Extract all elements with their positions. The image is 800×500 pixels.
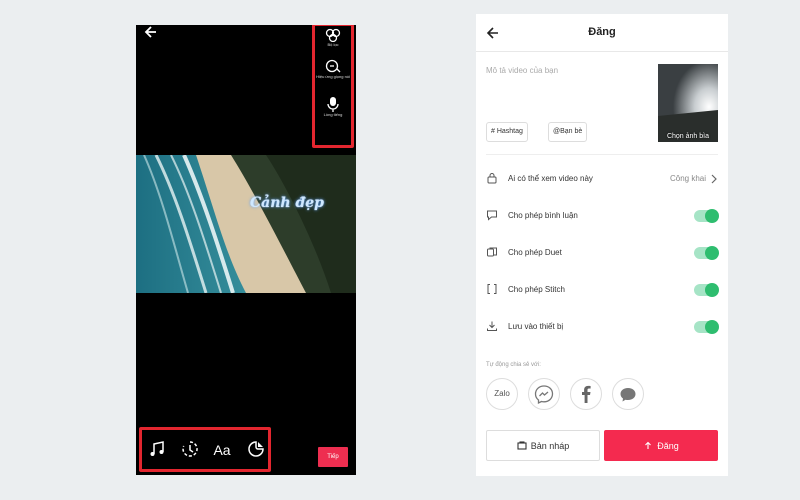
timer-effect-icon <box>182 441 198 457</box>
description-input[interactable]: Mô tả video của bạn <box>486 66 558 75</box>
effects-tool[interactable]: Bộ lọc <box>315 28 351 47</box>
text-tool[interactable]: Aa <box>212 440 232 460</box>
privacy-row[interactable]: Ai có thể xem video này Công khai <box>486 169 718 189</box>
microphone-icon <box>327 97 339 112</box>
effects-icon <box>325 28 341 42</box>
post-header: Đăng <box>476 14 728 52</box>
draft-label: Bản nháp <box>530 441 570 451</box>
toggle-knob <box>705 283 719 297</box>
save-device-toggle[interactable] <box>694 320 719 334</box>
right-toolbar-highlight: Bộ lọc Hiệu ứng giọng nói Lồng tiếng <box>312 25 354 148</box>
share-messenger-button[interactable] <box>528 378 560 410</box>
stitch-toggle[interactable] <box>694 283 719 297</box>
stitch-icon <box>487 284 497 294</box>
download-icon <box>487 321 497 331</box>
post-screen: Đăng Mô tả video của bạn Chọn ảnh bìa # … <box>476 14 728 476</box>
cover-label: Chọn ảnh bìa <box>666 133 710 140</box>
sticker-icon <box>248 441 264 457</box>
voice-effect-label: Hiệu ứng giọng nói <box>316 74 350 79</box>
voice-effect-icon <box>325 59 341 73</box>
post-label: Đăng <box>657 441 679 451</box>
messenger-icon <box>534 385 554 405</box>
message-bubble-icon <box>620 388 636 402</box>
toggle-row-stitch: Cho phép Stitch <box>486 280 719 300</box>
auto-share-label: Tự động chia sẻ với: <box>486 362 541 368</box>
draft-button[interactable]: Bản nháp <box>486 430 600 461</box>
draft-icon <box>517 441 527 450</box>
toggle-knob <box>705 246 719 260</box>
upload-sparkle-icon <box>645 441 652 449</box>
divider <box>486 154 718 155</box>
share-message-button[interactable] <box>612 378 644 410</box>
voice-effect-tool[interactable]: Hiệu ứng giọng nói <box>315 58 351 79</box>
music-note-icon <box>150 441 164 456</box>
toggle-label: Cho phép Stitch <box>508 285 565 294</box>
lock-icon <box>487 173 497 184</box>
chevron-right-icon <box>711 174 717 184</box>
page-title: Đăng <box>588 26 616 38</box>
voiceover-tool[interactable]: Lồng tiếng <box>315 96 351 117</box>
effects-label: Bộ lọc <box>327 42 339 47</box>
post-button-inner: Đăng <box>604 440 718 451</box>
toggle-knob <box>705 320 719 334</box>
bottom-toolbar-highlight: Aa <box>139 427 271 472</box>
toggle-row-comments: Cho phép bình luận <box>486 206 719 226</box>
beach-aerial-image <box>136 155 356 293</box>
toggle-label: Cho phép bình luận <box>508 211 578 220</box>
toggle-row-duet: Cho phép Duet <box>486 243 719 263</box>
privacy-label: Ai có thể xem video này <box>508 174 593 183</box>
toggle-label: Cho phép Duet <box>508 248 562 257</box>
video-caption-text[interactable]: Cảnh đẹp <box>250 195 324 211</box>
privacy-value: Công khai <box>669 174 706 183</box>
draft-button-inner: Bản nháp <box>487 441 599 451</box>
text-icon: Aa <box>213 442 231 458</box>
video-preview: Cảnh đẹp <box>136 155 356 293</box>
share-facebook-button[interactable] <box>570 378 602 410</box>
share-zalo-button[interactable]: Zalo <box>486 378 518 410</box>
voiceover-label: Lồng tiếng <box>323 112 343 117</box>
music-tool[interactable] <box>147 440 167 460</box>
cover-image <box>658 64 718 142</box>
zalo-icon: Zalo <box>494 389 510 398</box>
duet-toggle[interactable] <box>694 246 719 260</box>
cover-thumbnail[interactable]: Chọn ảnh bìa <box>658 64 718 142</box>
next-button[interactable]: Tiếp <box>318 447 348 467</box>
back-arrow-icon[interactable] <box>144 25 158 39</box>
toggle-label: Lưu vào thiết bị <box>508 322 564 331</box>
toggle-knob <box>705 209 719 223</box>
toggle-row-save: Lưu vào thiết bị <box>486 317 719 337</box>
comments-toggle[interactable] <box>694 209 719 223</box>
hashtag-button[interactable]: # Hashtag <box>486 122 528 142</box>
effects-timer-tool[interactable] <box>180 440 200 460</box>
post-button[interactable]: Đăng <box>604 430 718 461</box>
facebook-icon <box>582 385 591 403</box>
duet-icon <box>487 247 497 257</box>
comment-icon <box>487 210 497 221</box>
mention-button[interactable]: @Bạn bè <box>548 122 588 142</box>
sticker-tool[interactable] <box>246 440 266 460</box>
editor-screen: Bộ lọc Hiệu ứng giọng nói Lồng tiếng Cản… <box>136 25 356 475</box>
